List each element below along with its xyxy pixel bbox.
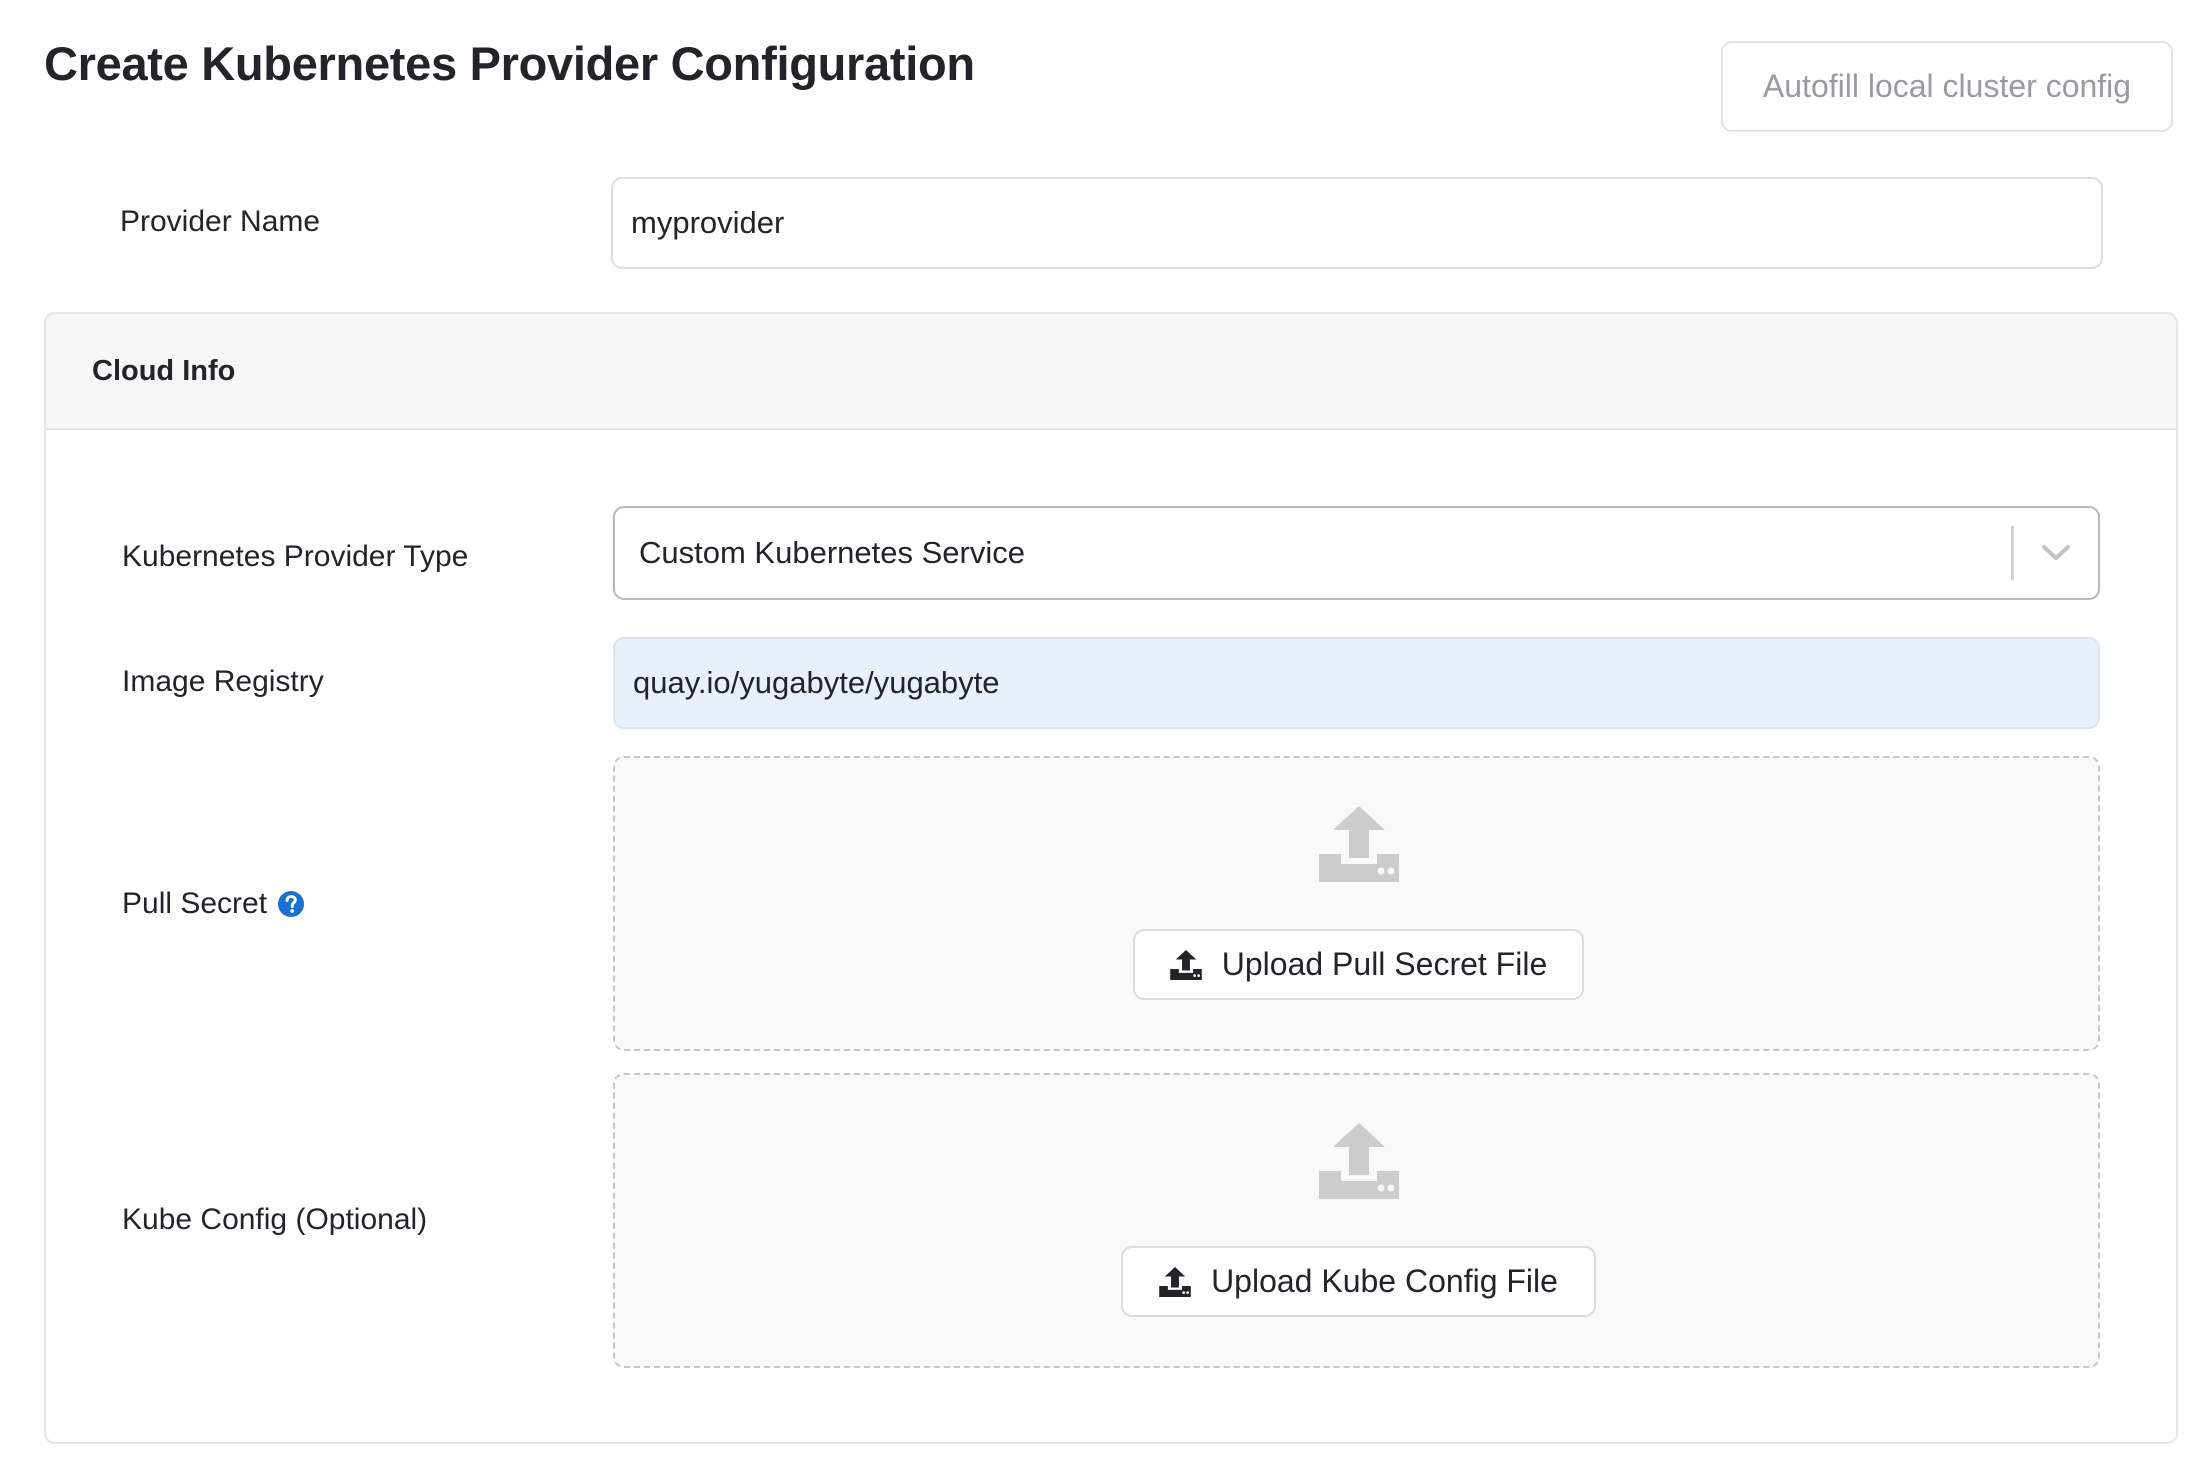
upload-icon — [1169, 949, 1202, 980]
provider-name-label: Provider Name — [120, 205, 321, 238]
provider-type-select[interactable]: Custom Kubernetes Service — [613, 506, 2100, 600]
upload-pull-secret-button[interactable]: Upload Pull Secret File — [1133, 929, 1584, 1000]
provider-type-value: Custom Kubernetes Service — [639, 535, 1025, 570]
provider-name-input[interactable] — [611, 177, 2103, 269]
image-registry-label: Image Registry — [122, 665, 324, 698]
upload-icon — [1319, 806, 1399, 882]
cloud-info-header: Cloud Info — [46, 314, 2176, 430]
pull-secret-label: Pull Secret — [122, 887, 268, 920]
upload-icon — [1159, 1266, 1191, 1297]
image-registry-input[interactable] — [613, 637, 2100, 729]
upload-icon — [1319, 1123, 1399, 1199]
provider-type-label: Kubernetes Provider Type — [122, 540, 469, 573]
chevron-down-icon[interactable] — [2014, 544, 2098, 562]
pull-secret-dropzone[interactable]: Upload Pull Secret File — [613, 756, 2100, 1051]
cloud-info-title: Cloud Info — [92, 354, 236, 387]
upload-kube-config-button[interactable]: Upload Kube Config File — [1121, 1246, 1596, 1317]
autofill-local-cluster-button[interactable]: Autofill local cluster config — [1721, 41, 2173, 132]
upload-pull-secret-label: Upload Pull Secret File — [1221, 946, 1548, 982]
pull-secret-label-row: Pull Secret — [122, 882, 305, 926]
question-circle-icon[interactable] — [277, 890, 305, 918]
page-title: Create Kubernetes Provider Configuration — [44, 37, 975, 90]
upload-kube-config-label: Upload Kube Config File — [1211, 1263, 1558, 1299]
kube-config-dropzone[interactable]: Upload Kube Config File — [613, 1073, 2100, 1368]
kube-config-label: Kube Config (Optional) — [122, 1203, 428, 1236]
